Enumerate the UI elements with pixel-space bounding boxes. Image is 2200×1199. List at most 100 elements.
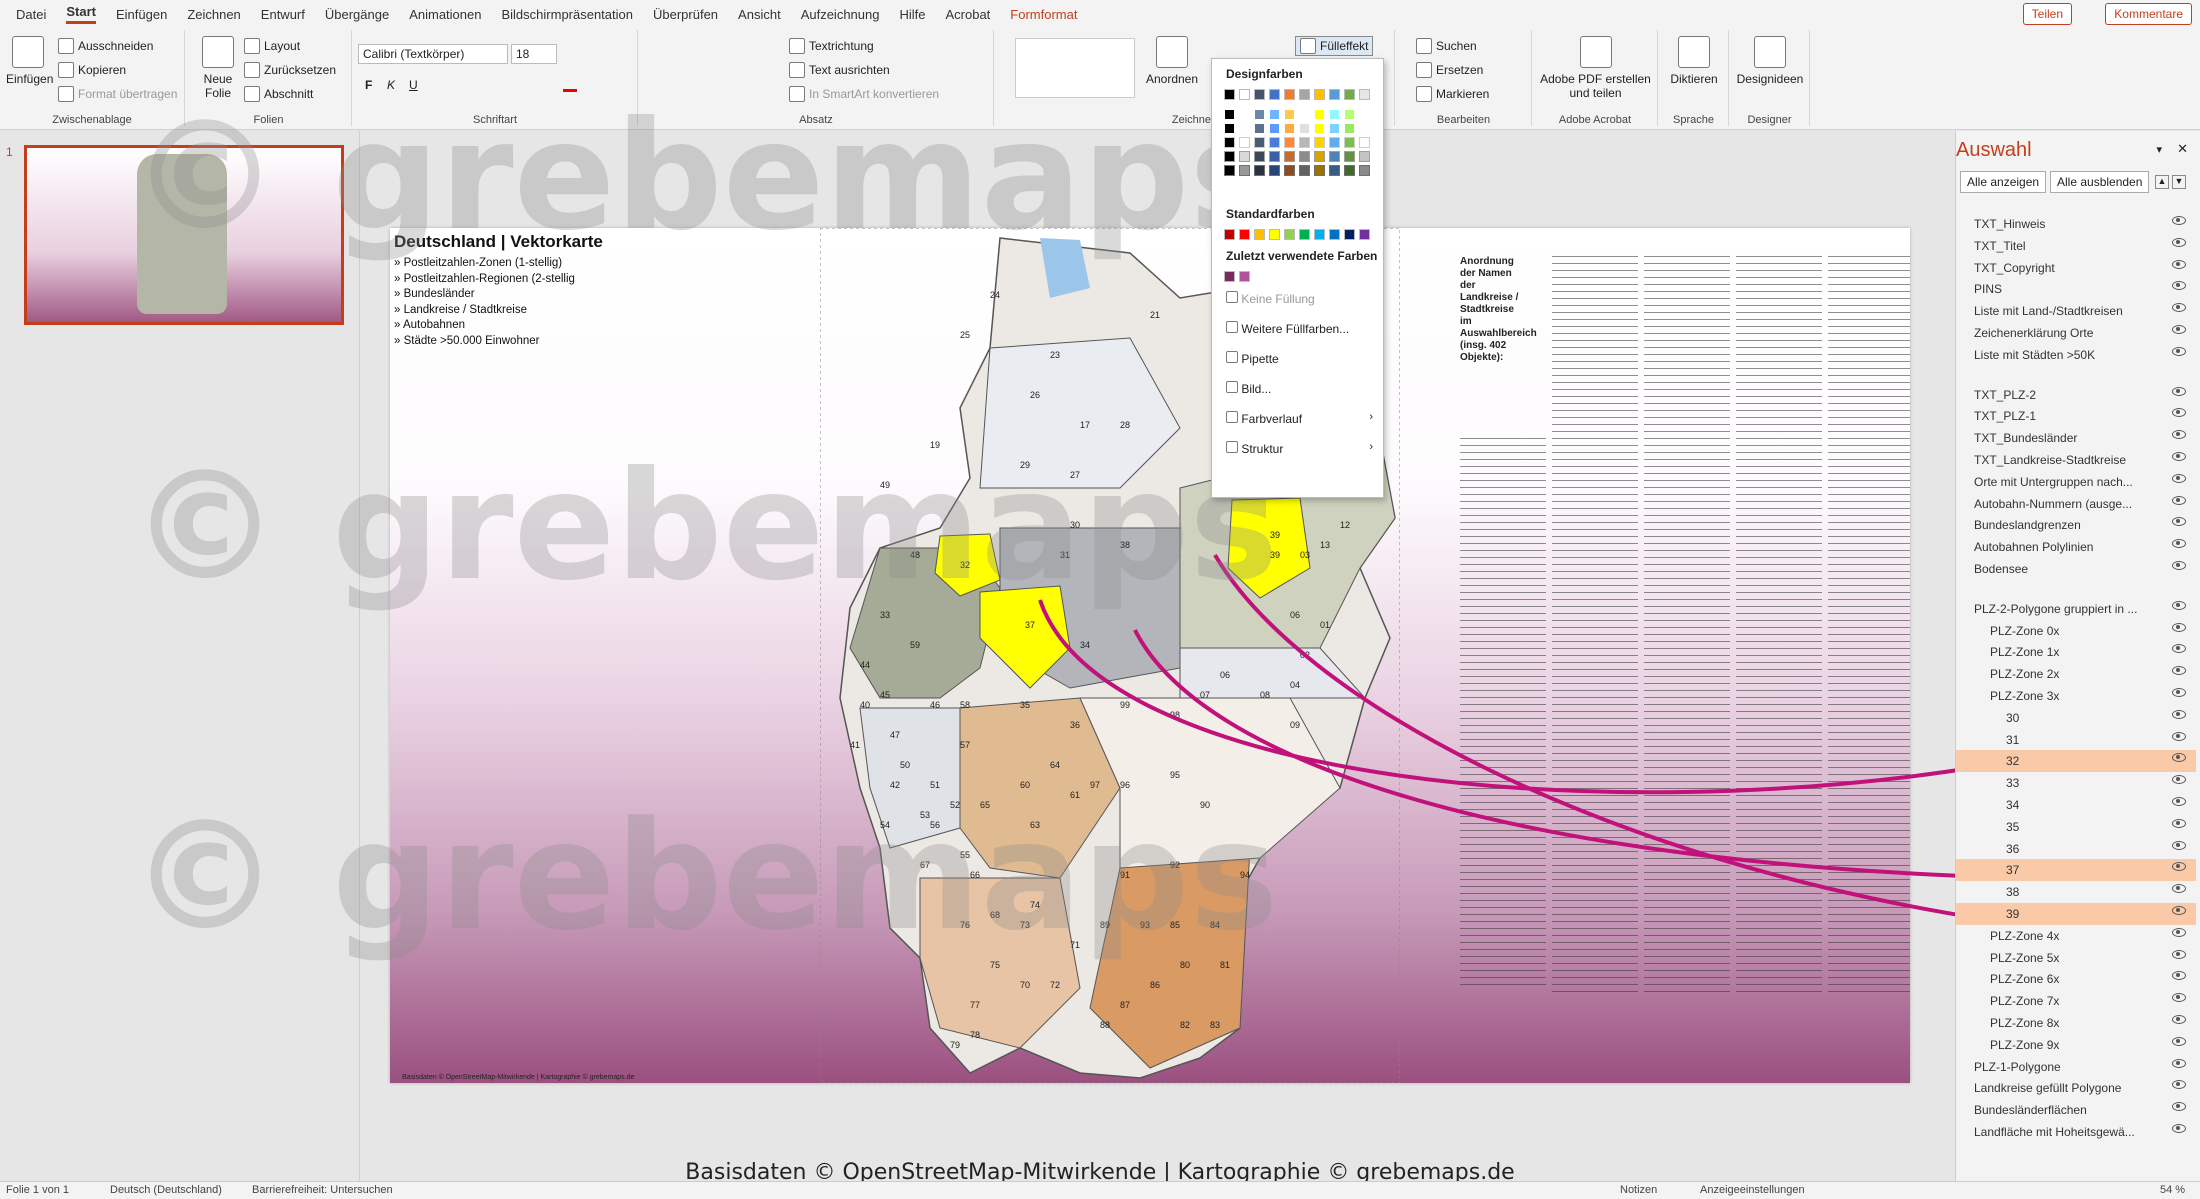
- theme-shade-swatch[interactable]: [1314, 109, 1325, 120]
- theme-shade-swatch[interactable]: [1329, 109, 1340, 120]
- reset-button[interactable]: Zurücksetzen: [244, 62, 336, 78]
- paste-button[interactable]: Einfügen: [6, 36, 53, 86]
- theme-shade-swatch[interactable]: [1329, 137, 1340, 148]
- align-text-button[interactable]: Text ausrichten: [789, 62, 890, 78]
- pane-item[interactable]: TXT_Hinweis: [1956, 213, 2196, 235]
- standard-color-swatch[interactable]: [1224, 229, 1235, 240]
- pane-options-icon[interactable]: ▾: [2156, 143, 2162, 156]
- theme-color-swatch[interactable]: [1284, 89, 1295, 100]
- standard-color-swatch[interactable]: [1269, 229, 1280, 240]
- theme-shade-swatch[interactable]: [1329, 151, 1340, 162]
- theme-shade-swatch[interactable]: [1254, 123, 1265, 134]
- pane-item[interactable]: TXT_Bundesländer: [1956, 427, 2196, 449]
- theme-shade-swatch[interactable]: [1344, 151, 1355, 162]
- theme-shade-swatch[interactable]: [1254, 109, 1265, 120]
- theme-shade-swatch[interactable]: [1344, 123, 1355, 134]
- eye-icon[interactable]: [2172, 1015, 2186, 1024]
- find-button[interactable]: Suchen: [1416, 38, 1477, 54]
- theme-shade-swatch[interactable]: [1224, 109, 1235, 120]
- tab-zeichnen[interactable]: Zeichnen: [187, 7, 240, 22]
- texture-option[interactable]: Struktur: [1226, 441, 1283, 456]
- theme-shade-swatch[interactable]: [1254, 151, 1265, 162]
- move-up-icon[interactable]: ▲: [2155, 175, 2169, 189]
- shapes-gallery[interactable]: [1015, 38, 1135, 98]
- eye-icon[interactable]: [2172, 452, 2186, 461]
- eye-icon[interactable]: [2172, 688, 2186, 697]
- recent-color-swatch[interactable]: [1224, 271, 1235, 282]
- theme-shade-swatch[interactable]: [1344, 137, 1355, 148]
- eye-icon[interactable]: [2172, 216, 2186, 225]
- theme-shade-swatch[interactable]: [1359, 123, 1370, 134]
- comments-button[interactable]: Kommentare: [2105, 3, 2192, 25]
- tab-einfügen[interactable]: Einfügen: [116, 7, 167, 22]
- eye-icon[interactable]: [2172, 600, 2186, 610]
- theme-shade-swatch[interactable]: [1359, 165, 1370, 176]
- eye-icon[interactable]: [2172, 259, 2186, 269]
- theme-shade-swatch[interactable]: [1314, 151, 1325, 162]
- tab-aufzeichnung[interactable]: Aufzeichnung: [801, 7, 880, 22]
- pane-item[interactable]: PLZ-Zone 3x: [1956, 685, 2196, 707]
- eye-icon[interactable]: [2172, 408, 2186, 418]
- pane-item[interactable]: PLZ-Zone 5x: [1956, 947, 2196, 969]
- tab-hilfe[interactable]: Hilfe: [899, 7, 925, 22]
- pane-item[interactable]: 33: [1956, 772, 2196, 794]
- standard-color-swatch[interactable]: [1284, 229, 1295, 240]
- theme-color-swatch[interactable]: [1269, 89, 1280, 100]
- pane-item[interactable]: Landfläche mit Hoheitsgewä...: [1956, 1121, 2196, 1143]
- tab-acrobat[interactable]: Acrobat: [945, 7, 990, 22]
- pane-item[interactable]: PLZ-Zone 6x: [1956, 968, 2196, 990]
- pane-item[interactable]: 31: [1956, 729, 2196, 751]
- eye-icon[interactable]: [2172, 818, 2186, 828]
- eye-icon[interactable]: [2172, 709, 2186, 719]
- pane-item[interactable]: Zeichenerklärung Orte: [1956, 322, 2196, 344]
- theme-shade-swatch[interactable]: [1284, 109, 1295, 120]
- eye-icon[interactable]: [2172, 666, 2186, 676]
- pane-item[interactable]: Orte mit Untergruppen nach...: [1956, 471, 2196, 493]
- eye-icon[interactable]: [2172, 622, 2186, 632]
- select-button[interactable]: Markieren: [1416, 86, 1489, 102]
- pane-item[interactable]: PINS: [1956, 278, 2196, 300]
- picture-option[interactable]: Bild...: [1226, 381, 1271, 396]
- standard-color-swatch[interactable]: [1359, 229, 1370, 240]
- tab-überprüfen[interactable]: Überprüfen: [653, 7, 718, 22]
- status-accessibility[interactable]: Barrierefreiheit: Untersuchen: [252, 1184, 393, 1196]
- eye-icon[interactable]: [2172, 1124, 2186, 1133]
- standard-color-swatch[interactable]: [1299, 229, 1310, 240]
- pane-item[interactable]: Landkreise gefüllt Polygone: [1956, 1077, 2196, 1099]
- eye-icon[interactable]: [2172, 753, 2186, 763]
- theme-shade-swatch[interactable]: [1284, 165, 1295, 176]
- pane-item[interactable]: TXT_Landkreise-Stadtkreise: [1956, 449, 2196, 471]
- pane-item[interactable]: 34: [1956, 794, 2196, 816]
- pane-item[interactable]: TXT_Copyright: [1956, 257, 2196, 279]
- standard-color-swatch[interactable]: [1254, 229, 1265, 240]
- eye-icon[interactable]: [2172, 731, 2186, 741]
- cut-button[interactable]: Ausschneiden: [58, 38, 153, 54]
- eye-icon[interactable]: [2172, 927, 2186, 937]
- close-icon[interactable]: ✕: [2177, 141, 2188, 157]
- tab-ansicht[interactable]: Ansicht: [738, 7, 781, 22]
- eye-icon[interactable]: [2172, 325, 2186, 334]
- theme-shade-swatch[interactable]: [1284, 123, 1295, 134]
- pane-item[interactable]: 38: [1956, 881, 2196, 903]
- theme-shade-swatch[interactable]: [1299, 165, 1310, 176]
- font-size-select[interactable]: 18: [511, 44, 557, 64]
- eye-icon[interactable]: [2172, 237, 2186, 247]
- theme-shade-swatch[interactable]: [1284, 137, 1295, 148]
- pane-item[interactable]: TXT_PLZ-2: [1956, 384, 2196, 406]
- design-ideas-button[interactable]: Designideen: [1734, 36, 1806, 86]
- pane-item[interactable]: Liste mit Städten >50K: [1956, 344, 2196, 366]
- theme-shade-swatch[interactable]: [1269, 151, 1280, 162]
- pane-item[interactable]: Autobahnen Polylinien: [1956, 536, 2196, 558]
- eye-icon[interactable]: [2172, 862, 2186, 872]
- theme-shade-swatch[interactable]: [1299, 123, 1310, 134]
- tab-start[interactable]: Start: [66, 4, 96, 24]
- pane-item[interactable]: TXT_PLZ-1: [1956, 405, 2196, 427]
- hide-all-button[interactable]: Alle ausblenden: [2050, 171, 2150, 193]
- theme-shade-swatch[interactable]: [1239, 137, 1250, 148]
- theme-shade-swatch[interactable]: [1299, 137, 1310, 148]
- slide-footer[interactable]: Basisdaten © OpenStreetMap-Mitwirkende |…: [402, 1074, 634, 1081]
- eye-icon[interactable]: [2172, 473, 2186, 483]
- eyedropper-option[interactable]: Pipette: [1226, 351, 1279, 366]
- theme-shade-swatch[interactable]: [1269, 137, 1280, 148]
- standard-color-swatch[interactable]: [1329, 229, 1340, 240]
